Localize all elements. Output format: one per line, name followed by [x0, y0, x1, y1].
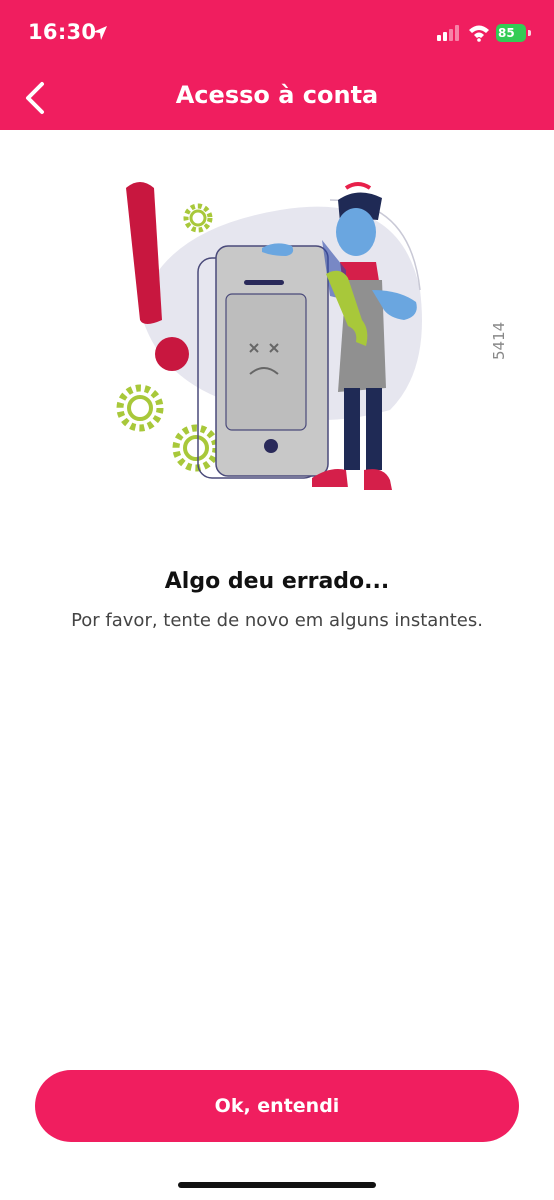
phone-icon: [215, 245, 329, 477]
gear-icon: [172, 424, 220, 472]
error-illustration: [116, 182, 422, 490]
home-indicator: [178, 1182, 376, 1188]
location-arrow-icon: [93, 26, 107, 40]
gear-icon: [183, 203, 213, 233]
wifi-icon: [469, 25, 489, 42]
app-header: 16:30 85 Acesso à conta: [0, 0, 554, 130]
status-time: 16:30: [28, 20, 97, 44]
page-title: Acesso à conta: [175, 81, 379, 109]
battery-icon: 85: [496, 24, 532, 42]
error-subtitle: Por favor, tente de novo em alguns insta…: [71, 610, 483, 631]
error-title: Algo deu errado...: [164, 569, 390, 594]
gear-icon: [116, 384, 164, 432]
ok-button[interactable]: Ok, entendi: [35, 1070, 519, 1142]
illustration-code: 5414: [490, 321, 508, 360]
cellular-signal-icon: [437, 25, 459, 41]
battery-level: 85: [496, 24, 526, 42]
